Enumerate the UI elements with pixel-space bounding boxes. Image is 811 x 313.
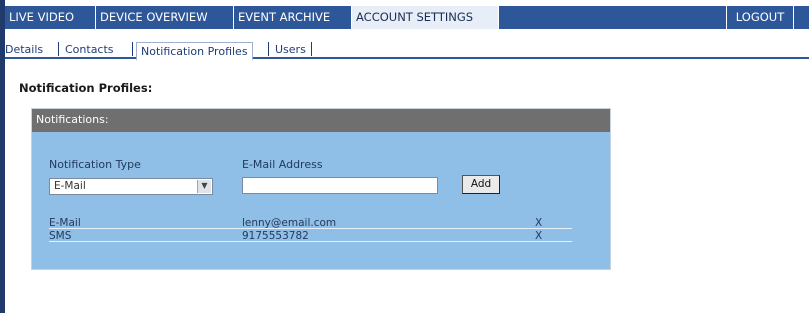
subnav-item-notification-profiles[interactable]: Notification Profiles xyxy=(136,42,253,61)
subnav-separator xyxy=(132,42,133,56)
tab-live-video[interactable]: LIVE VIDEO xyxy=(5,6,96,29)
delete-button[interactable]: X xyxy=(535,230,542,242)
list-item: E-Mail lenny@email.com X xyxy=(49,217,572,229)
delete-button[interactable]: X xyxy=(535,217,542,229)
notification-type-cell: SMS xyxy=(49,230,72,242)
chevron-down-icon[interactable]: ▼ xyxy=(197,180,211,193)
notification-type-select[interactable]: E-Mail ▼ xyxy=(49,178,213,195)
email-address-input[interactable] xyxy=(242,177,438,194)
page-title: Notification Profiles: xyxy=(19,81,153,95)
notification-type-value: E-Mail xyxy=(54,180,86,192)
email-address-label: E-Mail Address xyxy=(242,158,323,171)
notification-address-cell: 9175553782 xyxy=(242,230,309,242)
notification-address-cell: lenny@email.com xyxy=(242,217,337,229)
subnav-separator xyxy=(268,42,269,56)
tab-device-overview[interactable]: DEVICE OVERVIEW xyxy=(96,6,234,29)
tab-account-settings[interactable]: ACCOUNT SETTINGS xyxy=(352,6,499,29)
subnav-item-contacts[interactable]: Contacts xyxy=(65,43,114,56)
subnav-item-users[interactable]: Users xyxy=(275,43,306,56)
logout-button[interactable]: LOGOUT xyxy=(726,6,794,29)
subnav-item-details[interactable]: Details xyxy=(5,43,43,56)
notifications-panel: Notifications: Notification Type E-Mail … xyxy=(31,108,611,270)
sub-navigation: Details Contacts Notification Profiles U… xyxy=(5,29,809,61)
add-button[interactable]: Add xyxy=(462,175,500,194)
subnav-separator xyxy=(311,42,312,56)
subnav-separator xyxy=(58,42,59,56)
tab-event-archive[interactable]: EVENT ARCHIVE xyxy=(234,6,352,29)
panel-header: Notifications: xyxy=(32,109,610,132)
notification-type-label: Notification Type xyxy=(49,158,141,171)
list-item: SMS 9175553782 X xyxy=(49,230,572,242)
notification-type-cell: E-Mail xyxy=(49,217,81,229)
top-navigation: LIVE VIDEO DEVICE OVERVIEW EVENT ARCHIVE… xyxy=(5,6,809,29)
